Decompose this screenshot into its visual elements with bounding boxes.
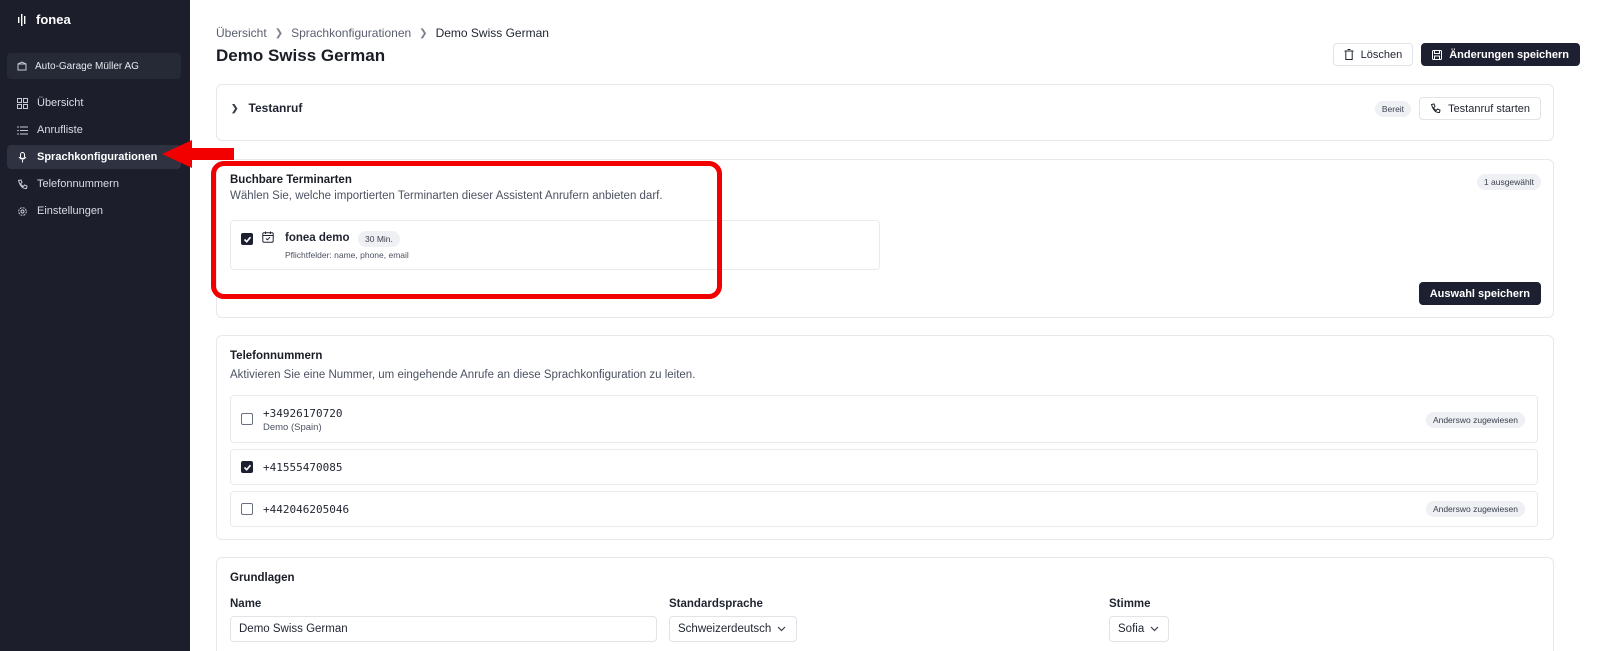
sidebar-nav: Übersicht Anrufliste Sprachkonfiguration… [7,91,181,226]
phone-number-checkbox[interactable] [241,413,253,425]
sidebar-item-label: Telefonnummern [37,178,119,190]
logo[interactable]: fonea [18,12,71,27]
appointment-types-card: Buchbare Terminarten Wählen Sie, welche … [216,159,1554,318]
sidebar-item-label: Einstellungen [37,205,104,217]
testanruf-toggle[interactable]: ❯ Testanruf [231,101,302,115]
phone-number-row[interactable]: +41555470085 [230,449,1538,485]
sidebar-item-label: Sprachkonfigurationen [37,151,158,163]
logo-icon [18,13,26,26]
list-icon [17,125,28,135]
breadcrumb-link-sprachkonfigurationen[interactable]: Sprachkonfigurationen [291,26,411,40]
appointment-type-name: fonea demo [285,232,350,244]
grid-icon [17,97,28,109]
testanruf-card: ❯ Testanruf Bereit Testanruf starten [216,84,1554,141]
breadcrumb-link-uebersicht[interactable]: Übersicht [216,26,267,40]
breadcrumb-current: Demo Swiss German [435,26,549,40]
name-field-value: Demo Swiss German [239,623,348,635]
required-fields: Pflichtfelder: name, phone, email [285,250,409,260]
phone-numbers-title: Telefonnummern [230,350,323,362]
trash-icon [1344,49,1354,60]
gear-icon [18,206,27,216]
calendar-icon [262,231,274,243]
phone-icon [1430,103,1441,114]
phone-numbers-description: Aktivieren Sie eine Nummer, um eingehend… [230,369,696,381]
assigned-elsewhere-badge: Anderswo zugewiesen [1425,501,1525,517]
check-icon [243,464,251,471]
chevron-right-icon: ❯ [274,27,284,39]
phone-number: +442046205046 [263,503,350,516]
chevron-right-icon: ❯ [419,27,428,39]
chevron-right-icon: ❯ [231,102,239,113]
voice-select[interactable]: Sofia [1109,616,1169,642]
name-field[interactable]: Demo Swiss German [230,616,657,642]
phone-number-label: Demo (Spain) [263,422,322,433]
sidebar-item-uebersicht[interactable]: Übersicht [7,91,181,115]
chevron-down-icon [777,626,786,632]
sidebar-item-label: Übersicht [37,97,84,109]
testanruf-title: Testanruf [248,101,303,115]
testanruf-actions: Bereit Testanruf starten [1374,97,1541,120]
voice-field-label: Stimme [1109,598,1151,610]
save-selection-button[interactable]: Auswahl speichern [1418,282,1541,305]
phone-number-checkbox[interactable] [241,503,253,515]
phone-number-row[interactable]: +34926170720 Demo (Spain) Anderswo zugew… [230,395,1538,443]
phone-number-row[interactable]: +442046205046 Anderswo zugewiesen [230,491,1538,527]
duration-badge: 30 Min. [358,231,400,247]
basics-title: Grundlagen [230,572,295,584]
org-switcher[interactable]: Auto-Garage Müller AG [7,53,181,79]
appointment-types-description: Wählen Sie, welche importierten Terminar… [230,190,663,202]
language-select[interactable]: Schweizerdeutsch [669,616,797,642]
phone-numbers-card: Telefonnummern Aktivieren Sie eine Numme… [216,335,1554,540]
phone-icon [17,178,28,189]
phone-number-checkbox[interactable] [241,461,253,473]
delete-button-label: Löschen [1360,48,1403,61]
selected-count-badge: 1 ausgewählt [1476,174,1541,190]
save-changes-button-label: Änderungen speichern [1449,48,1569,61]
sidebar-item-label: Anrufliste [37,124,83,136]
language-field-label: Standardsprache [669,598,763,610]
save-icon [1432,49,1443,60]
logo-text: fonea [36,12,71,27]
main-content: Übersicht ❯ Sprachkonfigurationen ❯ Demo… [190,0,1600,651]
breadcrumb: Übersicht ❯ Sprachkonfigurationen ❯ Demo… [216,26,549,40]
page-title: Demo Swiss German [216,46,386,65]
status-badge: Bereit [1374,100,1412,117]
sidebar-item-telefonnummern[interactable]: Telefonnummern [7,172,181,196]
appointment-type-checkbox[interactable] [241,233,253,245]
assigned-elsewhere-badge: Anderswo zugewiesen [1425,412,1525,428]
voice-select-value: Sofia [1118,623,1145,635]
arrow-annotation-icon [162,140,234,168]
microphone-icon [18,151,27,162]
sidebar: fonea Auto-Garage Müller AG Übersicht An… [0,0,190,651]
name-field-label: Name [230,598,262,610]
appointment-type-item[interactable]: fonea demo 30 Min. Pflichtfelder: name, … [230,220,880,270]
delete-button[interactable]: Löschen [1332,43,1414,66]
basics-card: Grundlagen Name Demo Swiss German Standa… [216,557,1554,651]
language-select-value: Schweizerdeutsch [678,623,772,635]
save-changes-button[interactable]: Änderungen speichern [1421,43,1580,66]
sidebar-item-einstellungen[interactable]: Einstellungen [7,199,181,223]
org-name: Auto-Garage Müller AG [35,60,139,72]
phone-number: +34926170720 [263,407,343,420]
page-actions: Löschen Änderungen speichern [1332,43,1580,66]
building-icon [17,61,27,71]
appointment-types-title: Buchbare Terminarten [230,174,352,186]
start-test-call-label: Testanruf starten [1448,102,1530,115]
sidebar-item-sprachkonfigurationen[interactable]: Sprachkonfigurationen [7,145,181,169]
sidebar-item-anrufliste[interactable]: Anrufliste [7,118,181,142]
start-test-call-button[interactable]: Testanruf starten [1419,97,1541,120]
phone-number: +41555470085 [263,461,343,474]
check-icon [243,236,251,243]
chevron-down-icon [1150,626,1159,632]
